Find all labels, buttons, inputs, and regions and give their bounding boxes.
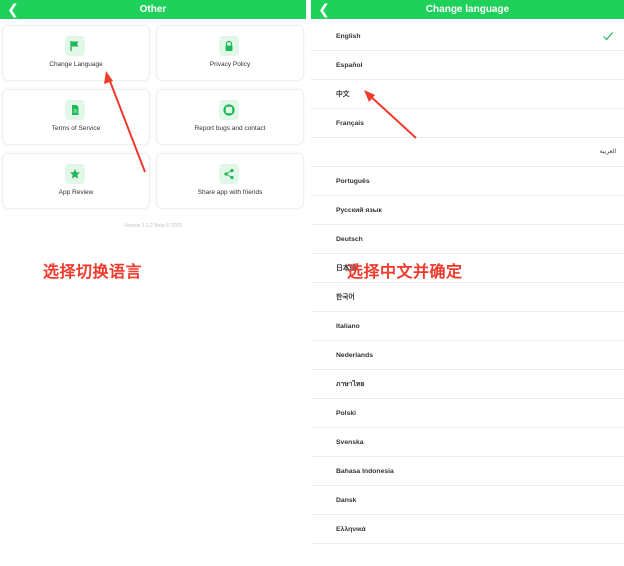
flag-icon [65, 36, 85, 56]
language-item-dutch[interactable]: Nederlands [311, 341, 624, 370]
language-label: Dansk [336, 497, 357, 504]
lock-icon [219, 36, 239, 56]
language-label: English [336, 33, 361, 40]
screenshot-composite: ❮ Other Change Language Privacy Policy T… [0, 0, 624, 566]
language-label: Español [336, 62, 363, 69]
language-item-korean[interactable]: 한국어 [311, 283, 624, 312]
language-item-italian[interactable]: Italiano [311, 312, 624, 341]
tile-label: Change Language [49, 61, 103, 68]
document-icon [65, 100, 85, 120]
other-screen: ❮ Other Change Language Privacy Policy T… [0, 0, 306, 566]
star-icon [65, 164, 85, 184]
language-item-french[interactable]: Français [311, 109, 624, 138]
language-item-indonesian[interactable]: Bahasa Indonesia [311, 457, 624, 486]
tile-label: Terms of Service [51, 125, 101, 132]
privacy-policy-tile[interactable]: Privacy Policy [156, 25, 304, 81]
share-icon [219, 164, 239, 184]
language-item-german[interactable]: Deutsch [311, 225, 624, 254]
tile-label: Share app with friends [197, 189, 263, 196]
language-item-danish[interactable]: Dansk [311, 486, 624, 515]
language-label: Português [336, 178, 370, 185]
language-label: 中文 [336, 91, 350, 98]
language-label: Svenska [336, 439, 364, 446]
language-item-thai[interactable]: ภาษาไทย [311, 370, 624, 399]
language-label: Italiano [336, 323, 360, 330]
language-label: Deutsch [336, 236, 363, 243]
language-item-english[interactable]: English [311, 22, 624, 51]
language-label: Ελληνικά [336, 526, 366, 533]
page-title: Change language [425, 4, 510, 15]
language-item-spanish[interactable]: Español [311, 51, 624, 80]
share-app-tile[interactable]: Share app with friends [156, 153, 304, 209]
terms-of-service-tile[interactable]: Terms of Service [2, 89, 150, 145]
header-bar: ❮ Other [0, 0, 306, 19]
support-icon [219, 100, 239, 120]
tile-label: App Review [58, 189, 94, 196]
language-item-greek[interactable]: Ελληνικά [311, 515, 624, 544]
language-list: English Español 中文 Français العربية Port… [311, 22, 624, 544]
language-label: Polski [336, 410, 357, 417]
page-title: Other [139, 4, 167, 15]
language-label: Français [336, 120, 364, 127]
annotation-select-language: 选择切换语言 [43, 264, 143, 281]
language-item-chinese[interactable]: 中文 [311, 80, 624, 109]
language-item-arabic[interactable]: العربية [311, 138, 624, 167]
checkmark-icon [603, 32, 613, 41]
language-item-swedish[interactable]: Svenska [311, 428, 624, 457]
language-item-portuguese[interactable]: Português [311, 167, 624, 196]
change-language-screen: ❮ Change language English Español 中文 Fra… [311, 0, 624, 566]
language-label: Nederlands [336, 352, 374, 359]
tile-label: Report bugs and contact [194, 125, 266, 132]
language-label: Русский язык [336, 207, 382, 214]
change-language-tile[interactable]: Change Language [2, 25, 150, 81]
version-text: Version 1.2.2 Beta © 2021 [123, 223, 183, 229]
language-label: Bahasa Indonesia [336, 468, 394, 475]
tile-label: Privacy Policy [209, 61, 251, 68]
language-label: العربية [599, 149, 616, 155]
language-item-russian[interactable]: Русский язык [311, 196, 624, 225]
report-bugs-tile[interactable]: Report bugs and contact [156, 89, 304, 145]
language-label: ภาษาไทย [336, 381, 365, 388]
app-review-tile[interactable]: App Review [2, 153, 150, 209]
language-label: 한국어 [336, 294, 355, 301]
annotation-select-chinese: 选择中文并确定 [347, 264, 463, 281]
language-item-polish[interactable]: Polski [311, 399, 624, 428]
header-bar: ❮ Change language [311, 0, 624, 19]
